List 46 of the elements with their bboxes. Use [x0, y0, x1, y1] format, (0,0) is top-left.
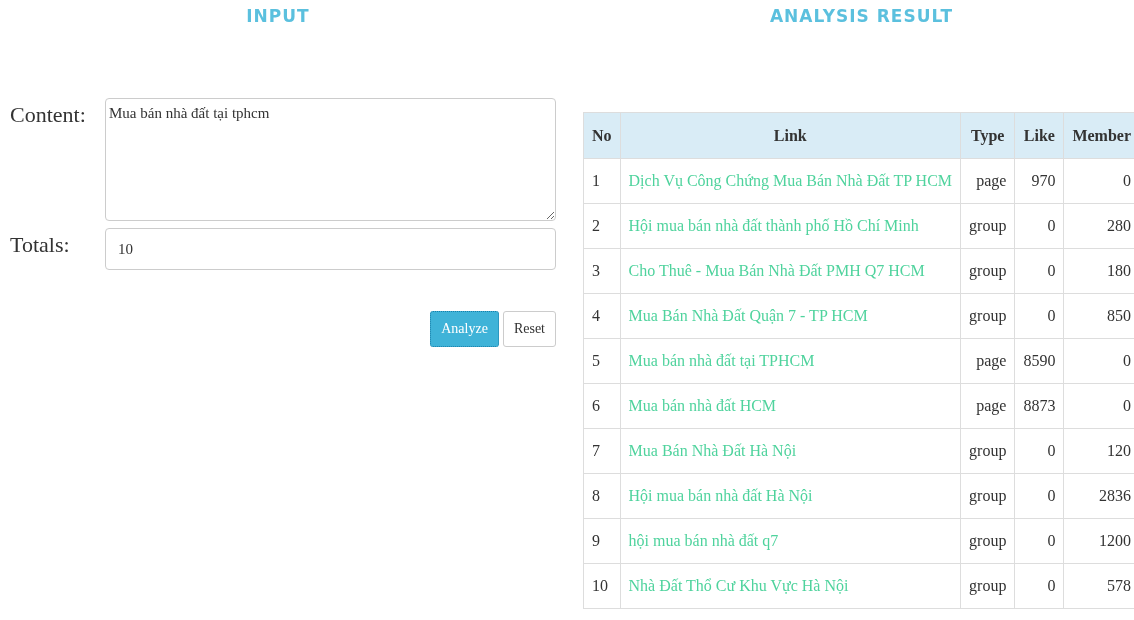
result-link[interactable]: Mua bán nhà đất HCM	[628, 397, 777, 414]
table-cell: group	[960, 203, 1015, 249]
field-label: Totals:	[9, 231, 71, 258]
table-cell: group	[960, 248, 1015, 294]
table-cell: group	[960, 293, 1015, 339]
table-cell: group	[960, 518, 1015, 564]
section-heading: INPUT	[246, 6, 310, 26]
result-link[interactable]: Mua Bán Nhà Đất Hà Nội	[628, 442, 797, 459]
table-cell: page	[960, 383, 1015, 429]
table-cell: 0	[1014, 518, 1064, 564]
table-cell: 8	[583, 473, 621, 519]
table-cell: 6	[583, 383, 621, 429]
table-cell: 0	[1014, 248, 1064, 294]
section-heading: ANALYSIS RESULT	[769, 6, 954, 26]
column-header: Like	[1014, 112, 1064, 159]
table-cell: 3	[583, 248, 621, 294]
table-cell: 0	[1014, 203, 1064, 249]
content-field[interactable]: Mua bán nhà đất tại tphcm	[105, 98, 556, 221]
table-cell: 0	[1014, 563, 1064, 609]
table-cell: 8590	[1014, 338, 1064, 384]
reset-button[interactable]: Reset	[502, 311, 556, 347]
table-cell: 0	[1014, 428, 1064, 474]
table-cell: 10	[583, 563, 621, 609]
table-cell: 4	[583, 293, 621, 339]
table-cell: 0	[1014, 473, 1064, 519]
table-cell: page	[960, 158, 1015, 204]
column-header: Link	[620, 112, 961, 159]
table-cell: group	[960, 473, 1015, 519]
table-cell: page	[960, 338, 1015, 384]
column-header: Member	[1063, 112, 1134, 159]
table-cell: 2	[583, 203, 621, 249]
column-header: Type	[960, 112, 1015, 159]
table-cell: 1	[583, 158, 621, 204]
result-link[interactable]: hội mua bán nhà đất q7	[628, 532, 779, 549]
analyze-button[interactable]: Analyze	[430, 311, 499, 347]
table-cell: 9	[583, 518, 621, 564]
table-cell: group	[960, 428, 1015, 474]
totals-field[interactable]: 10	[105, 228, 556, 270]
column-header: No	[583, 112, 621, 159]
table-cell: 0	[1014, 293, 1064, 339]
table-cell: 5	[583, 338, 621, 384]
table-cell: 8873	[1014, 383, 1064, 429]
field-label: Content:	[9, 101, 87, 128]
table-cell: 7	[583, 428, 621, 474]
table-cell: 970	[1014, 158, 1064, 204]
table-cell: group	[960, 563, 1015, 609]
